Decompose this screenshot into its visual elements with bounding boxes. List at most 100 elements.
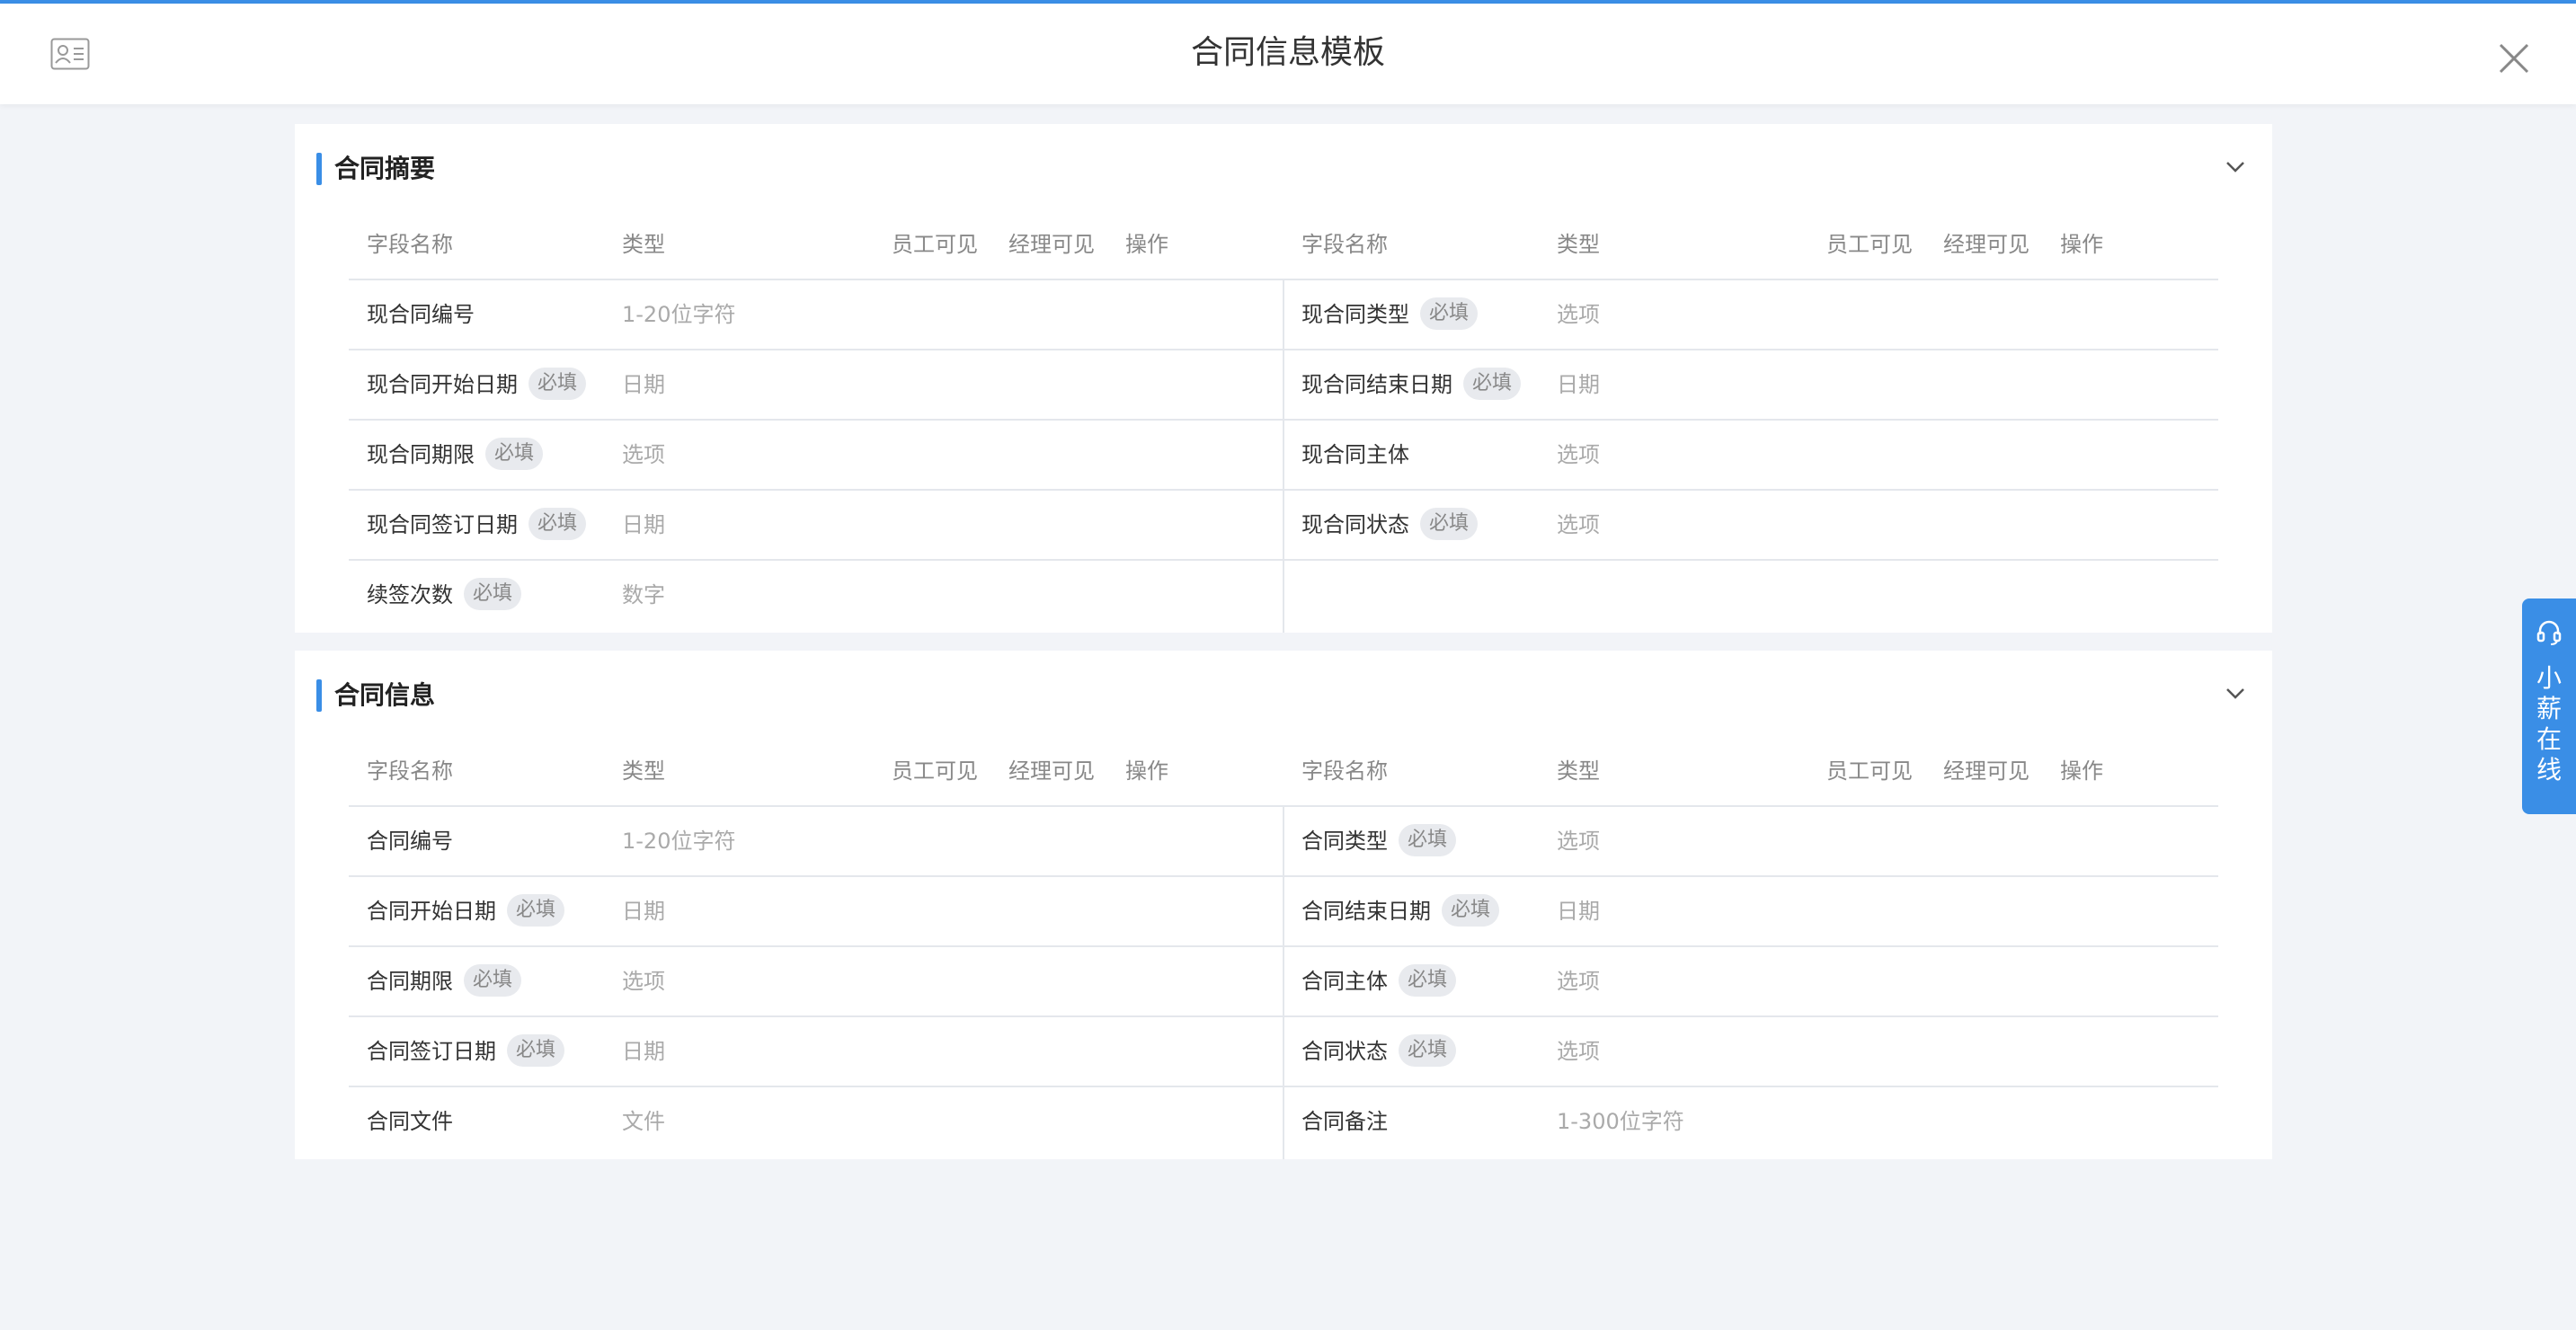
section-contract-info: 合同信息 字段名称 类型 员工可见 经理可见 操作 合同编号 1-20位字符 合…	[295, 651, 2272, 1159]
required-badge: 必填	[1399, 964, 1457, 997]
modal-header: 合同信息模板	[0, 4, 2576, 104]
field-name: 合同状态	[1301, 1039, 1388, 1064]
header-type: 类型	[1557, 232, 1600, 257]
table-row: 现合同主体 选项	[1284, 421, 2218, 491]
header-manager-visible: 经理可见	[1008, 232, 1095, 257]
field-name: 现合同签订日期	[367, 512, 518, 537]
field-type: 选项	[622, 442, 665, 467]
required-badge: 必填	[464, 964, 522, 997]
field-name: 合同编号	[367, 829, 453, 854]
field-type: 数字	[622, 582, 665, 607]
table-row: 合同备注 1-300位字符	[1284, 1087, 2218, 1157]
field-type: 1-20位字符	[622, 829, 736, 854]
table-row: 续签次数 必填 数字	[349, 561, 1284, 631]
chevron-down-icon[interactable]	[2225, 160, 2245, 174]
field-name: 合同备注	[1301, 1109, 1388, 1134]
required-badge: 必填	[1463, 368, 1522, 400]
table-header-row: 字段名称 类型 员工可见 经理可见 操作	[349, 210, 1284, 280]
header-type: 类型	[622, 758, 665, 784]
table-row: 现合同结束日期 必填 日期	[1284, 350, 2218, 421]
field-name: 合同主体	[1301, 969, 1388, 994]
field-type: 选项	[1557, 442, 1600, 467]
section-header: 合同信息	[295, 651, 2272, 737]
table-row: 现合同编号 1-20位字符	[349, 280, 1284, 350]
header-employee-visible: 员工可见	[892, 232, 978, 257]
field-type: 1-300位字符	[1557, 1109, 1684, 1134]
table-row: 现合同开始日期 必填 日期	[349, 350, 1284, 421]
field-name: 合同文件	[367, 1109, 453, 1134]
required-badge: 必填	[529, 368, 587, 400]
required-badge: 必填	[529, 508, 587, 540]
chevron-down-icon[interactable]	[2225, 687, 2245, 701]
table-row: 合同签订日期 必填 日期	[349, 1017, 1284, 1087]
field-type: 1-20位字符	[622, 302, 736, 327]
field-type: 选项	[1557, 1039, 1600, 1064]
field-name: 现合同类型	[1301, 302, 1409, 327]
field-name: 现合同编号	[367, 302, 475, 327]
header-employee-visible: 员工可见	[1826, 232, 1913, 257]
field-type: 选项	[1557, 829, 1600, 854]
table-row: 现合同签订日期 必填 日期	[349, 491, 1284, 561]
field-name: 合同签订日期	[367, 1039, 496, 1064]
field-name: 合同结束日期	[1301, 899, 1431, 924]
table-header-row: 字段名称 类型 员工可见 经理可见 操作	[1284, 737, 2218, 807]
header-field-name: 字段名称	[1301, 232, 1388, 257]
field-table-right: 字段名称 类型 员工可见 经理可见 操作 现合同类型 必填 选项 现合同结束日期必…	[1284, 210, 2218, 561]
section-title: 合同摘要	[334, 154, 436, 183]
required-badge: 必填	[507, 1034, 565, 1067]
field-name: 现合同状态	[1301, 512, 1409, 537]
required-badge: 必填	[464, 578, 522, 610]
table-row: 合同主体 必填 选项	[1284, 947, 2218, 1017]
field-type: 日期	[1557, 899, 1600, 924]
field-name: 现合同结束日期	[1301, 372, 1452, 397]
online-service-button[interactable]: 小薪在线	[2522, 598, 2576, 814]
table-row: 现合同状态 必填 选项	[1284, 491, 2218, 561]
table-header-row: 字段名称 类型 员工可见 经理可见 操作	[1284, 210, 2218, 280]
field-name: 现合同开始日期	[367, 372, 518, 397]
field-type: 日期	[1557, 372, 1600, 397]
field-table-left: 字段名称 类型 员工可见 经理可见 操作 现合同编号 1-20位字符 现合同开始…	[349, 210, 1284, 631]
table-row: 合同期限 必填 选项	[349, 947, 1284, 1017]
table-row: 合同开始日期 必填 日期	[349, 877, 1284, 947]
header-action: 操作	[2060, 758, 2103, 784]
header-manager-visible: 经理可见	[1943, 758, 2030, 784]
required-badge: 必填	[1442, 894, 1500, 927]
section-header: 合同摘要	[295, 124, 2272, 210]
required-badge: 必填	[485, 438, 544, 470]
header-field-name: 字段名称	[367, 232, 453, 257]
header-manager-visible: 经理可见	[1008, 758, 1095, 784]
table-row: 现合同类型 必填 选项	[1284, 280, 2218, 350]
header-type: 类型	[622, 232, 665, 257]
table-row: 合同状态 必填 选项	[1284, 1017, 2218, 1087]
header-action: 操作	[1125, 758, 1168, 784]
table-row: 合同编号 1-20位字符	[349, 807, 1284, 877]
required-badge: 必填	[1399, 824, 1457, 856]
section-title: 合同信息	[334, 680, 436, 710]
field-table-right: 字段名称 类型 员工可见 经理可见 操作 合同类型 必填 选项 合同结束日期 必填 …	[1284, 737, 2218, 1157]
field-type: 日期	[622, 1039, 665, 1064]
section-accent-bar	[316, 679, 322, 712]
field-table-left: 字段名称 类型 员工可见 经理可见 操作 合同编号 1-20位字符 合同开始日期…	[349, 737, 1284, 1157]
field-type: 选项	[1557, 512, 1600, 537]
field-name: 现合同主体	[1301, 442, 1409, 467]
page-title: 合同信息模板	[1190, 34, 1385, 71]
field-name: 合同期限	[367, 969, 453, 994]
field-type: 选项	[1557, 969, 1600, 994]
header-action: 操作	[2060, 232, 2103, 257]
field-name: 续签次数	[367, 582, 453, 607]
required-badge: 必填	[507, 894, 565, 927]
required-badge: 必填	[1420, 508, 1479, 540]
section-contract-summary: 合同摘要 字段名称 类型 员工可见 经理可见 操作 现合同编号 1-20位字符 …	[295, 124, 2272, 633]
header-employee-visible: 员工可见	[892, 758, 978, 784]
header-employee-visible: 员工可见	[1826, 758, 1913, 784]
field-type: 文件	[622, 1109, 665, 1134]
online-service-label: 小薪在线	[2536, 663, 2562, 785]
table-row: 现合同期限 必填 选项	[349, 421, 1284, 491]
section-accent-bar	[316, 153, 322, 185]
field-type: 日期	[622, 512, 665, 537]
field-type: 选项	[622, 969, 665, 994]
table-row: 合同结束日期 必填 日期	[1284, 877, 2218, 947]
close-icon[interactable]	[2499, 43, 2529, 74]
header-field-name: 字段名称	[367, 758, 453, 784]
header-type: 类型	[1557, 758, 1600, 784]
